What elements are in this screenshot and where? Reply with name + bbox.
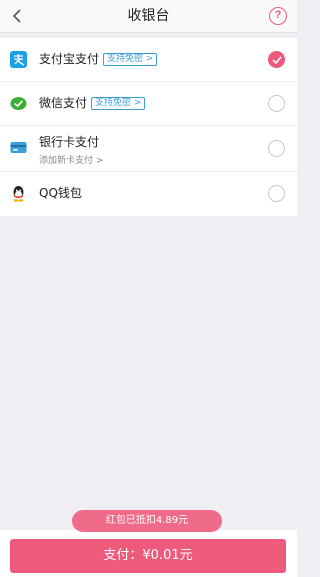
no-password-tag[interactable]: 支持免密 >	[91, 96, 146, 110]
coupon-badge: 红包已抵扣4.89元	[72, 510, 222, 532]
wechat-pay-icon	[10, 97, 27, 110]
header-bar: 收银台 ?	[0, 0, 297, 33]
page-title: 收银台	[127, 8, 170, 24]
payment-option-alipay[interactable]: 支付宝支付 支持免密 >	[0, 38, 297, 82]
qq-wallet-icon	[13, 186, 24, 202]
radio-unselected[interactable]	[268, 140, 285, 157]
payment-option-bank-card[interactable]: 银行卡支付 添加新卡支付 >	[0, 126, 297, 172]
help-button[interactable]: ?	[269, 7, 287, 25]
add-card-link[interactable]: 添加新卡支付 >	[39, 153, 103, 166]
payment-option-wechat[interactable]: 微信支付 支持免密 >	[0, 82, 297, 126]
check-icon	[271, 55, 282, 64]
payment-label: 微信支付 支持免密 >	[39, 95, 146, 111]
payment-methods-list: 支付宝支付 支持免密 > 微信支付 支持免密 > 银行卡支付 添加新卡支付 > …	[0, 38, 297, 216]
no-password-tag[interactable]: 支持免密 >	[103, 52, 158, 66]
payment-label: QQ钱包	[39, 186, 82, 200]
pay-button[interactable]: 支付：¥0.01元	[10, 539, 286, 573]
radio-unselected[interactable]	[268, 185, 285, 202]
radio-unselected[interactable]	[268, 95, 285, 112]
payment-option-qq-wallet[interactable]: QQ钱包	[0, 172, 297, 216]
alipay-icon	[10, 51, 27, 68]
payment-label: 支付宝支付 支持免密 >	[39, 51, 158, 67]
bank-card-icon	[10, 142, 27, 153]
payment-label: 银行卡支付	[39, 135, 100, 149]
radio-selected[interactable]	[268, 51, 285, 68]
